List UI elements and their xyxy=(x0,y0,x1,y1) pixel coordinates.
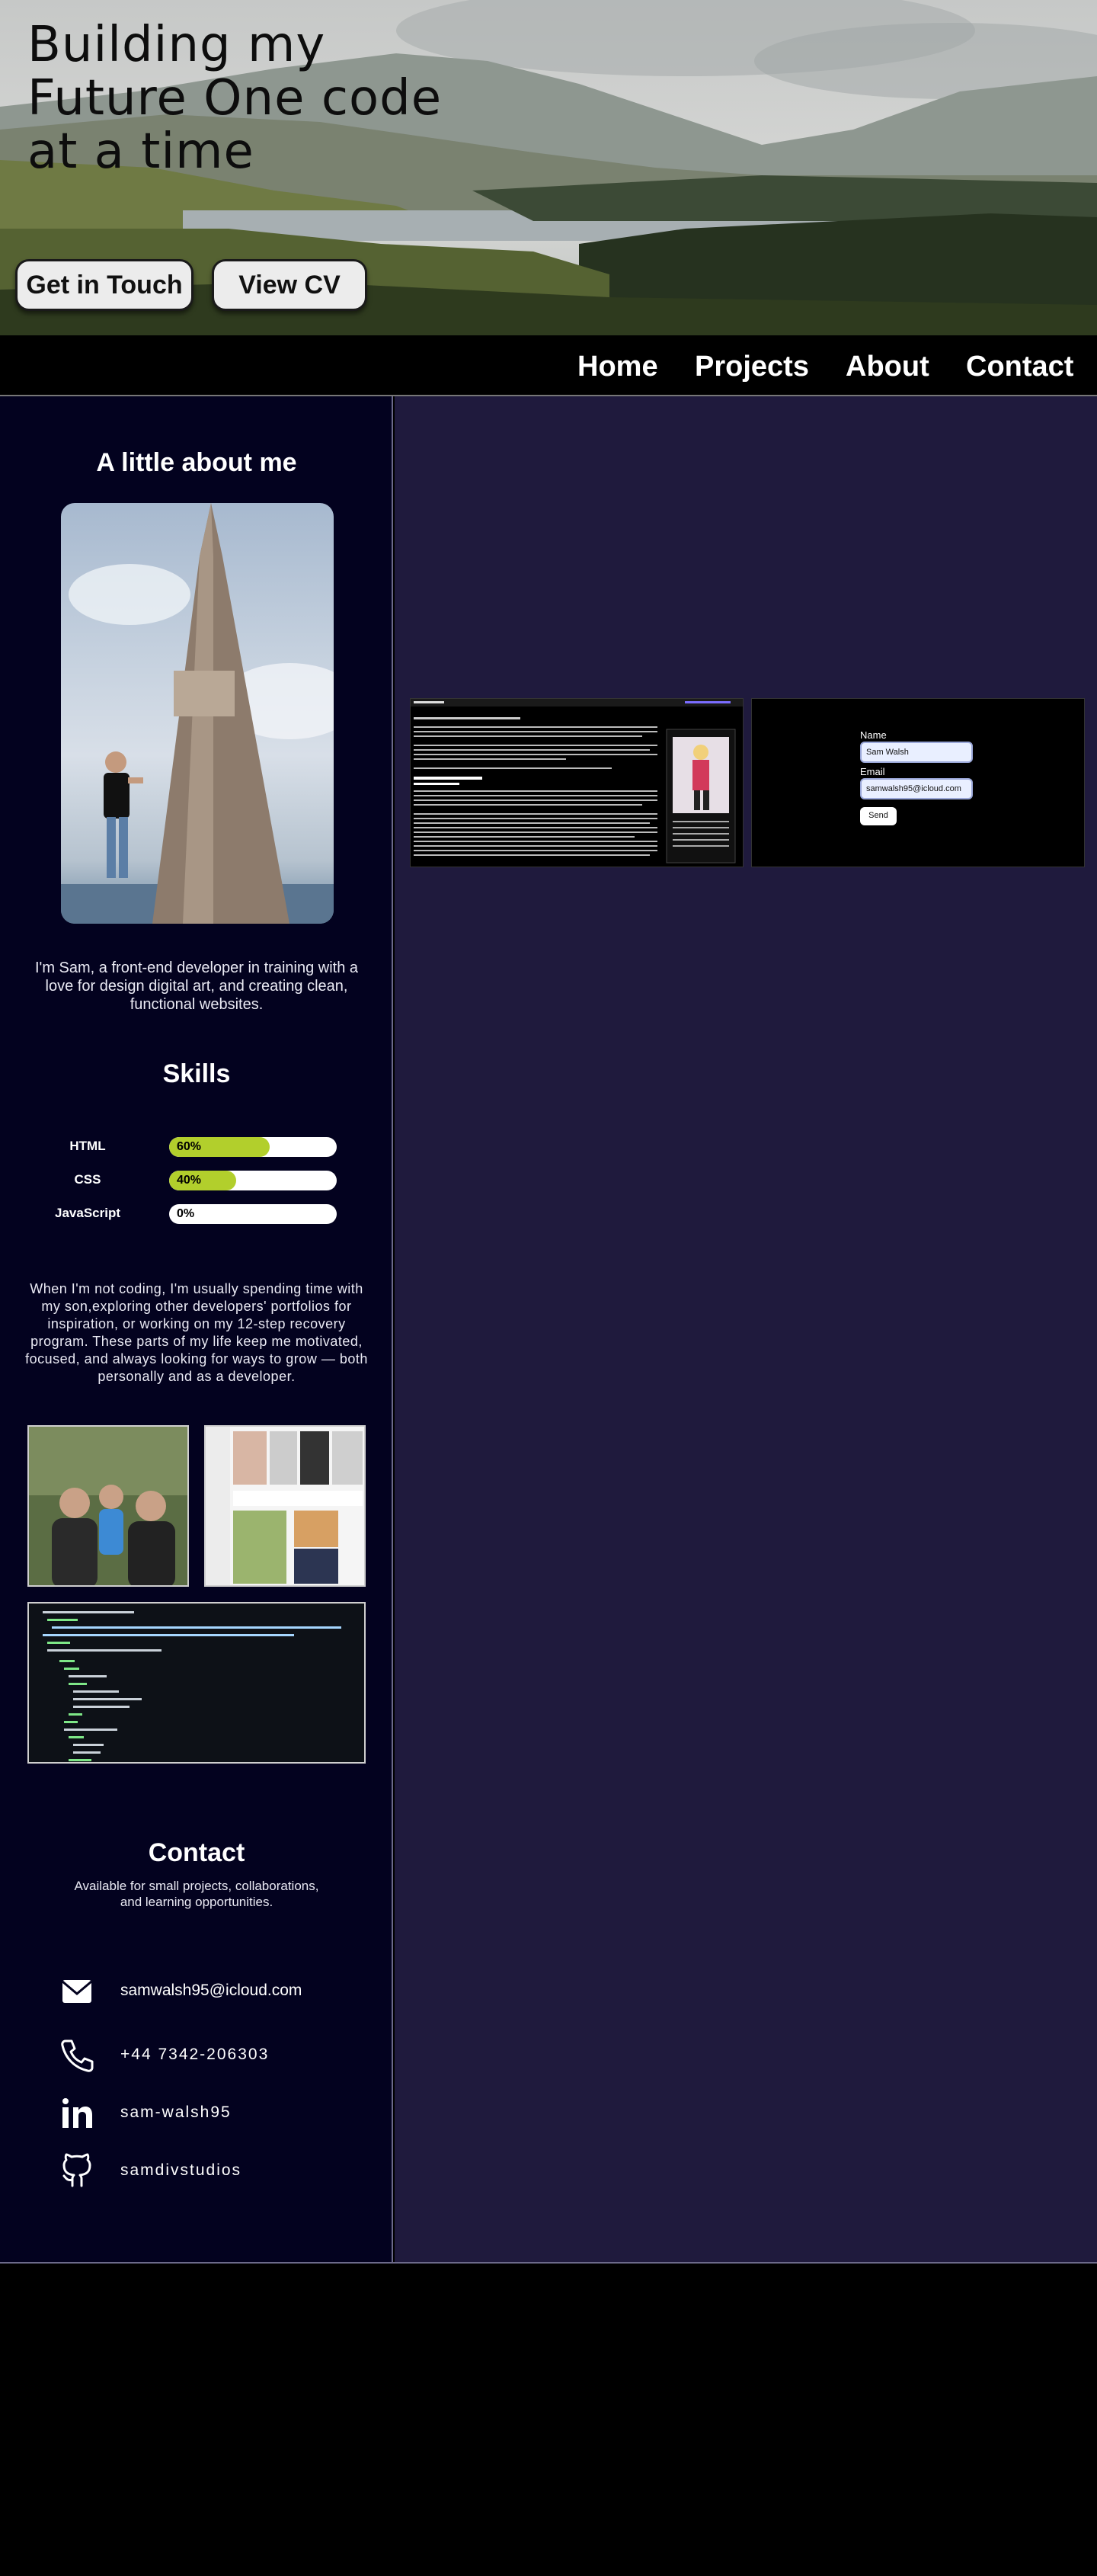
about-heading: A little about me xyxy=(96,448,297,477)
contact-email-text[interactable]: samwalsh95@icloud.com xyxy=(120,1982,302,2000)
form-email-label: Email xyxy=(860,766,885,777)
contact-subtitle: Available for small projects, collaborat… xyxy=(74,1879,319,1909)
project-card-wiki-clone[interactable] xyxy=(410,698,744,867)
contact-email-row[interactable]: samwalsh95@icloud.com xyxy=(58,1972,363,2010)
family-photo[interactable] xyxy=(27,1425,189,1587)
portfolio-inspiration-screenshot[interactable] xyxy=(204,1425,366,1587)
hero-title: Building my Future One code at a time xyxy=(27,17,443,180)
hero-banner: Building my Future One code at a time Ge… xyxy=(0,0,1097,335)
contact-phone-row[interactable]: +44 7342-206303 xyxy=(58,2036,363,2075)
about-intro-text: I'm Sam, a front-end developer in traini… xyxy=(34,960,359,1013)
skill-percent-label: 0% xyxy=(177,1207,195,1220)
form-name-label: Name xyxy=(860,729,887,741)
linkedin-icon xyxy=(58,2094,96,2132)
contact-linkedin-row[interactable]: sam-walsh95 xyxy=(58,2094,363,2132)
skill-row: CSS 40% xyxy=(0,1169,393,1192)
page-footer xyxy=(0,2264,1097,2576)
skill-progress-bar: 40% xyxy=(169,1171,337,1190)
skill-progress-bar: 0% xyxy=(169,1204,337,1224)
contact-phone-text[interactable]: +44 7342-206303 xyxy=(120,2046,269,2064)
personal-text: When I'm not coding, I'm usually spendin… xyxy=(25,1281,368,1384)
nav-home[interactable]: Home xyxy=(577,351,658,383)
form-email-input[interactable]: samwalsh95@icloud.com xyxy=(860,778,973,799)
main-nav: Home Projects About Contact xyxy=(0,335,1097,396)
form-name-input[interactable]: Sam Walsh xyxy=(860,742,973,763)
nav-contact[interactable]: Contact xyxy=(966,351,1073,383)
contact-github-row[interactable]: samdivstudios xyxy=(58,2152,363,2190)
get-in-touch-button[interactable]: Get in Touch xyxy=(15,259,193,311)
project-card-contact-form[interactable]: Name Sam Walsh Email samwalsh95@icloud.c… xyxy=(751,698,1085,867)
skill-percent-label: 40% xyxy=(177,1174,202,1187)
mail-icon xyxy=(58,1972,96,2010)
form-send-button[interactable]: Send xyxy=(860,807,897,825)
phone-icon xyxy=(58,2036,96,2075)
skill-row: JavaScript 0% xyxy=(0,1203,393,1226)
nav-about[interactable]: About xyxy=(846,351,929,383)
contact-heading: Contact xyxy=(148,1838,245,1867)
skill-name: JavaScript xyxy=(55,1206,120,1220)
nav-projects[interactable]: Projects xyxy=(695,351,809,383)
code-editor-screenshot[interactable] xyxy=(27,1602,366,1764)
view-cv-button[interactable]: View CV xyxy=(212,259,367,311)
skill-percent-label: 60% xyxy=(177,1140,202,1153)
contact-github-text[interactable]: samdivstudios xyxy=(120,2161,241,2180)
skill-progress-bar: 60% xyxy=(169,1137,337,1157)
about-sidebar: A little about me I'm Sam, a front-end d… xyxy=(0,396,393,2264)
skill-name: HTML xyxy=(69,1139,106,1153)
skill-name: CSS xyxy=(74,1172,101,1187)
github-icon xyxy=(58,2152,96,2190)
projects-panel: Name Sam Walsh Email samwalsh95@icloud.c… xyxy=(395,396,1097,2264)
skill-row: HTML 60% xyxy=(0,1136,393,1158)
skills-heading: Skills xyxy=(162,1059,231,1088)
contact-linkedin-text[interactable]: sam-walsh95 xyxy=(120,2103,232,2122)
profile-photo xyxy=(61,503,334,924)
